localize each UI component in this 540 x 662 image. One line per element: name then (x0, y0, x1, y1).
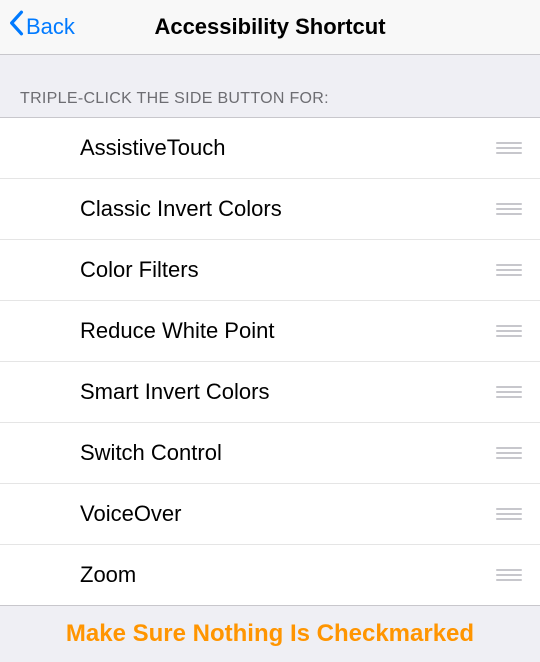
list-item-label: Switch Control (80, 440, 496, 466)
list-item-label: Zoom (80, 562, 496, 588)
back-label: Back (26, 14, 75, 40)
reorder-handle-icon[interactable] (496, 386, 522, 398)
navigation-bar: Back Accessibility Shortcut (0, 0, 540, 55)
back-button[interactable]: Back (0, 0, 75, 54)
reorder-handle-icon[interactable] (496, 203, 522, 215)
list-item[interactable]: Smart Invert Colors (0, 362, 540, 423)
reorder-handle-icon[interactable] (496, 142, 522, 154)
list-item-label: VoiceOver (80, 501, 496, 527)
list-item[interactable]: AssistiveTouch (0, 118, 540, 179)
list-item[interactable]: Color Filters (0, 240, 540, 301)
reorder-handle-icon[interactable] (496, 264, 522, 276)
page-title: Accessibility Shortcut (0, 14, 540, 40)
reorder-handle-icon[interactable] (496, 508, 522, 520)
list-item-label: Reduce White Point (80, 318, 496, 344)
annotation-note: Make Sure Nothing Is Checkmarked (0, 606, 540, 662)
list-item-label: Color Filters (80, 257, 496, 283)
shortcut-list: AssistiveTouch Classic Invert Colors Col… (0, 117, 540, 606)
reorder-handle-icon[interactable] (496, 569, 522, 581)
reorder-handle-icon[interactable] (496, 325, 522, 337)
list-item-label: Smart Invert Colors (80, 379, 496, 405)
list-item[interactable]: VoiceOver (0, 484, 540, 545)
chevron-left-icon (8, 10, 24, 42)
section-header: TRIPLE-CLICK THE SIDE BUTTON FOR: (0, 55, 540, 117)
list-item-label: AssistiveTouch (80, 135, 496, 161)
reorder-handle-icon[interactable] (496, 447, 522, 459)
list-item[interactable]: Switch Control (0, 423, 540, 484)
list-item[interactable]: Classic Invert Colors (0, 179, 540, 240)
list-item[interactable]: Reduce White Point (0, 301, 540, 362)
list-item[interactable]: Zoom (0, 545, 540, 606)
list-item-label: Classic Invert Colors (80, 196, 496, 222)
